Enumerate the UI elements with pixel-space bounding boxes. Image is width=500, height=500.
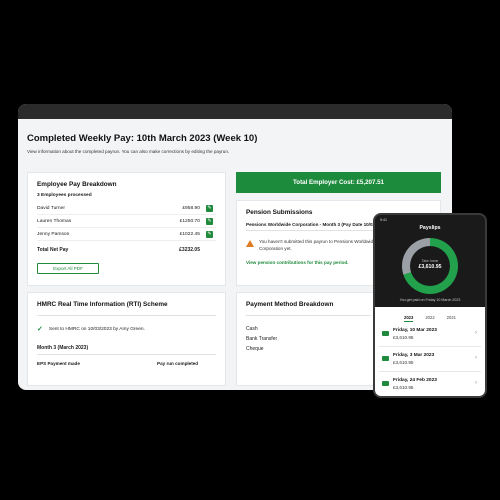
payslip-icon: [382, 356, 389, 361]
export-all-pdf-button[interactable]: Export All PDF: [37, 263, 99, 274]
hmrc-col-eps: EPS Payment made: [37, 361, 80, 366]
payslip-amount: £3,610.95: [393, 335, 414, 340]
take-home-donut-chart: Take home £3,610.95: [402, 238, 458, 294]
chevron-right-icon: ›: [475, 355, 477, 361]
employee-name: Lauren Thomas: [37, 218, 72, 224]
employee-amount: £1022.45: [179, 231, 200, 237]
divider: [37, 315, 216, 316]
employee-name: David Turner: [37, 205, 65, 211]
edit-icon[interactable]: ✎: [206, 231, 213, 238]
employee-name: Jenny Pamson: [37, 231, 70, 237]
employee-amount: £958.90: [182, 205, 200, 211]
payslip-amount: £3,610.95: [393, 360, 414, 365]
divider: [246, 315, 371, 316]
stage: Completed Weekly Pay: 10th March 2023 (W…: [0, 0, 500, 500]
payslip-date: Friday, 3 Mar 2023: [393, 353, 435, 358]
chevron-right-icon: ›: [475, 330, 477, 336]
warning-icon: [246, 240, 254, 247]
total-net-pay-amount: £3232.05: [179, 247, 200, 253]
year-tabs: 2023 2022 2021: [375, 307, 485, 322]
pension-warning-text: You haven't submitted this payrun to Pen…: [259, 239, 376, 251]
total-employer-cost-banner: Total Employer Cost: £5,207.51: [236, 172, 441, 193]
payslip-panel: 2023 2022 2021 Friday, 10 Mar 2023 £3,61…: [375, 307, 485, 396]
payslip-icon: [382, 331, 389, 336]
hmrc-sent-row: ✓ Sent to HMRC on 10/03/2023 by Amy Gree…: [37, 325, 216, 333]
employee-pay-card: Employee Pay Breakdown 3 Employees proce…: [27, 172, 226, 286]
chevron-right-icon: ›: [475, 380, 477, 386]
employee-count: 3 Employees processed: [37, 193, 92, 198]
hmrc-month: Month 3 (March 2023): [37, 345, 216, 355]
payslip-item[interactable]: Friday, 3 Mar 2023 £3,610.95 ›: [379, 347, 481, 372]
donut-label: Take home: [421, 259, 439, 263]
page-title: Completed Weekly Pay: 10th March 2023 (W…: [27, 133, 258, 144]
total-net-pay-label: Total Net Pay: [37, 247, 69, 253]
tab-2023[interactable]: 2023: [404, 315, 414, 322]
employee-amount: £1250.70: [179, 218, 200, 224]
tab-2022[interactable]: 2022: [425, 315, 434, 322]
payslip-amount: £3,610.95: [393, 385, 414, 390]
total-net-pay-row: Total Net Pay £3232.05: [37, 243, 216, 257]
employee-row: Jenny Pamson £1022.45 ✎: [37, 228, 216, 241]
payslip-item[interactable]: Friday, 24 Feb 2023 £3,610.95 ›: [379, 372, 481, 396]
employee-row: David Turner £958.90 ✎: [37, 202, 216, 215]
edit-icon[interactable]: ✎: [206, 218, 213, 225]
hmrc-rti-card: HMRC Real Time Information (RTI) Scheme …: [27, 292, 226, 386]
hmrc-sent-text: Sent to HMRC on 10/03/2023 by Amy Green.: [48, 326, 145, 332]
employee-row: Lauren Thomas £1250.70 ✎: [37, 215, 216, 228]
phone-mockup: 9:41 Payslips Take home £3,610.95 You ge…: [373, 213, 487, 398]
hmrc-col-payrun: Pay run completed: [157, 361, 199, 366]
hmrc-title: HMRC Real Time Information (RTI) Scheme: [37, 301, 168, 308]
payslip-date: Friday, 24 Feb 2023: [393, 378, 437, 383]
page-subtitle: View information about the completed pay…: [27, 149, 230, 154]
phone-title: Payslips: [419, 225, 441, 231]
window-title-bar: [18, 104, 452, 119]
tab-2021[interactable]: 2021: [447, 315, 456, 322]
checkmark-icon: ✓: [37, 326, 43, 333]
edit-icon[interactable]: ✎: [206, 205, 213, 212]
payslip-icon: [382, 381, 389, 386]
payslip-item[interactable]: Friday, 10 Mar 2023 £3,610.95 ›: [379, 322, 481, 347]
next-pay-date: You get paid on Friday 10 March 2023: [399, 298, 461, 302]
payslip-date: Friday, 10 Mar 2023: [393, 328, 437, 333]
phone-status-time: 9:41: [380, 218, 387, 222]
employee-pay-title: Employee Pay Breakdown: [37, 181, 117, 188]
donut-value: £3,610.95: [418, 264, 442, 270]
